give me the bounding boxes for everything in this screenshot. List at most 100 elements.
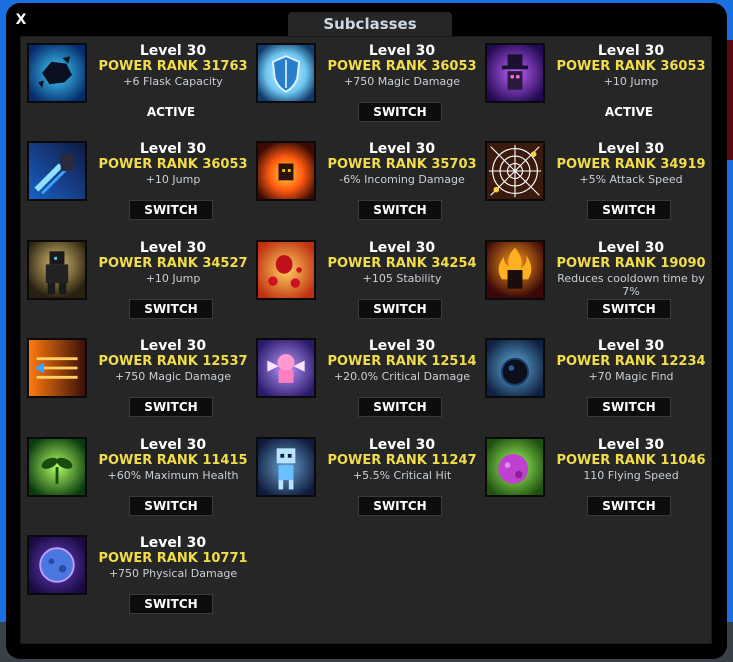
- switch-button[interactable]: SWITCH: [358, 200, 442, 220]
- subclass-info: Level 30 POWER RANK 34254 +105 Stability: [324, 240, 480, 285]
- subclass-bonus: +10 Jump: [145, 173, 201, 186]
- subclass-card: Level 30 POWER RANK 11046 110 Flying Speed…: [485, 437, 710, 533]
- subclass-card: Level 30 POWER RANK 19090 Reduces cooldown…: [485, 240, 710, 336]
- active-status-label: ACTIVE: [604, 105, 654, 119]
- switch-button[interactable]: SWITCH: [587, 397, 671, 417]
- subclass-info: Level 30 POWER RANK 11415 +60% Maximum Hea…: [95, 437, 251, 482]
- subclass-info: Level 30 POWER RANK 35703 -6% Incoming Dam…: [324, 141, 480, 186]
- subclass-power-rank: POWER RANK 34254: [327, 256, 477, 271]
- subclass-info: Level 30 POWER RANK 36053 +10 Jump: [95, 141, 251, 186]
- subclass-info: Level 30 POWER RANK 34919 +5% Attack Speed: [553, 141, 709, 186]
- subclass-level: Level 30: [368, 43, 436, 59]
- switch-button[interactable]: SWITCH: [587, 496, 671, 516]
- switch-button[interactable]: SWITCH: [358, 102, 442, 122]
- subclass-card: Level 30 POWER RANK 34527 +10 Jump SWITCH: [27, 240, 252, 336]
- subclass-card: Level 30 POWER RANK 31763 +6 Flask Capacit…: [27, 43, 252, 139]
- subclass-info: Level 30 POWER RANK 34527 +10 Jump: [95, 240, 251, 285]
- ice-skeleton-icon: [256, 437, 316, 497]
- red-gems-icon: [256, 240, 316, 300]
- subclass-info: Level 30 POWER RANK 12537 +750 Magic Damag…: [95, 338, 251, 383]
- subclass-power-rank: POWER RANK 11247: [327, 453, 477, 468]
- subclass-bonus: +70 Magic Find: [588, 370, 674, 383]
- subclass-bonus: Reduces cooldown time by 7%: [557, 272, 705, 298]
- subclass-info: Level 30 POWER RANK 10771 +750 Physical Da…: [95, 535, 251, 580]
- subclass-level: Level 30: [139, 338, 207, 354]
- subclass-power-rank: POWER RANK 11415: [98, 453, 248, 468]
- subclass-level: Level 30: [368, 141, 436, 157]
- subclass-bonus: +5% Attack Speed: [579, 173, 683, 186]
- subclass-card: Level 30 POWER RANK 11415 +60% Maximum Hea…: [27, 437, 252, 533]
- subclass-power-rank: POWER RANK 35703: [327, 157, 477, 172]
- subclass-bonus: +10 Jump: [145, 272, 201, 285]
- subclass-level: Level 30: [368, 437, 436, 453]
- subclass-level: Level 30: [597, 240, 665, 256]
- subclass-card: Level 30 POWER RANK 36053 +10 Jump SWITCH: [27, 141, 252, 237]
- close-button[interactable]: X: [14, 12, 28, 28]
- violet-planet-icon: [27, 535, 87, 595]
- fire-arrows-icon: [27, 338, 87, 398]
- subclass-card: Level 30 POWER RANK 36053 +10 Jump ACTIVE: [485, 43, 710, 139]
- switch-button[interactable]: SWITCH: [358, 397, 442, 417]
- comet-dash-icon: [27, 141, 87, 201]
- subclass-level: Level 30: [597, 437, 665, 453]
- subclass-bonus: +6 Flask Capacity: [123, 75, 223, 88]
- dark-orb-icon: [485, 338, 545, 398]
- switch-button[interactable]: SWITCH: [129, 397, 213, 417]
- switch-button[interactable]: SWITCH: [358, 299, 442, 319]
- subclass-power-rank: POWER RANK 34919: [556, 157, 706, 172]
- fire-burst-icon: [256, 141, 316, 201]
- switch-button[interactable]: SWITCH: [129, 594, 213, 614]
- subclass-level: Level 30: [368, 240, 436, 256]
- subclass-level: Level 30: [139, 141, 207, 157]
- green-sprout-icon: [27, 437, 87, 497]
- subclass-info: Level 30 POWER RANK 11247 +5.5% Critical H…: [324, 437, 480, 482]
- switch-button[interactable]: SWITCH: [129, 200, 213, 220]
- subclass-bonus: +750 Magic Damage: [115, 370, 231, 383]
- subclass-level: Level 30: [139, 437, 207, 453]
- spider-web-icon: [485, 141, 545, 201]
- rock-shards-icon: [27, 43, 87, 103]
- switch-button[interactable]: SWITCH: [129, 496, 213, 516]
- subclass-card: Level 30 POWER RANK 35703 -6% Incoming Dam…: [256, 141, 481, 237]
- subclass-info: Level 30 POWER RANK 19090 Reduces cooldown…: [553, 240, 709, 298]
- subclass-level: Level 30: [597, 43, 665, 59]
- pink-fairy-icon: [256, 338, 316, 398]
- subclass-power-rank: POWER RANK 31763: [98, 59, 248, 74]
- subclass-power-rank: POWER RANK 10771: [98, 551, 248, 566]
- subclass-bonus: +60% Maximum Health: [107, 469, 239, 482]
- subclass-card: Level 30 POWER RANK 12234 +70 Magic Find SW…: [485, 338, 710, 434]
- active-status-label: ACTIVE: [146, 105, 196, 119]
- subclass-bonus: 110 Flying Speed: [583, 469, 679, 482]
- switch-button[interactable]: SWITCH: [587, 200, 671, 220]
- subclass-card: Level 30 POWER RANK 12537 +750 Magic Damag…: [27, 338, 252, 434]
- shadow-knight-icon: [27, 240, 87, 300]
- subclass-level: Level 30: [139, 535, 207, 551]
- switch-button[interactable]: SWITCH: [587, 299, 671, 319]
- subclass-level: Level 30: [368, 338, 436, 354]
- subclass-info: Level 30 POWER RANK 36053 +10 Jump: [553, 43, 709, 88]
- subclass-info: Level 30 POWER RANK 12234 +70 Magic Find: [553, 338, 709, 383]
- purple-meteor-icon: [485, 437, 545, 497]
- switch-button[interactable]: SWITCH: [129, 299, 213, 319]
- subclass-card: Level 30 POWER RANK 11247 +5.5% Critical H…: [256, 437, 481, 533]
- subclass-power-rank: POWER RANK 19090: [556, 256, 706, 271]
- window-title: Subclasses: [288, 12, 452, 36]
- ice-shield-icon: [256, 43, 316, 103]
- switch-button[interactable]: SWITCH: [358, 496, 442, 516]
- flame-hero-icon: [485, 240, 545, 300]
- subclass-power-rank: POWER RANK 11046: [556, 453, 706, 468]
- subclass-info: Level 30 POWER RANK 12514 +20.0% Critical …: [324, 338, 480, 383]
- subclass-power-rank: POWER RANK 34527: [98, 256, 248, 271]
- subclass-bonus: +20.0% Critical Damage: [333, 370, 471, 383]
- subclass-card: Level 30 POWER RANK 12514 +20.0% Critical …: [256, 338, 481, 434]
- subclass-level: Level 30: [139, 240, 207, 256]
- subclass-bonus: -6% Incoming Damage: [339, 173, 465, 186]
- subclass-level: Level 30: [139, 43, 207, 59]
- subclass-bonus: +750 Physical Damage: [108, 567, 238, 580]
- subclass-bonus: +5.5% Critical Hit: [352, 469, 452, 482]
- subclass-info: Level 30 POWER RANK 36053 +750 Magic Damag…: [324, 43, 480, 88]
- subclass-card: Level 30 POWER RANK 34254 +105 Stability SW…: [256, 240, 481, 336]
- subclass-level: Level 30: [597, 141, 665, 157]
- subclass-bonus: +10 Jump: [603, 75, 659, 88]
- subclass-card: Level 30 POWER RANK 10771 +750 Physical Da…: [27, 535, 252, 631]
